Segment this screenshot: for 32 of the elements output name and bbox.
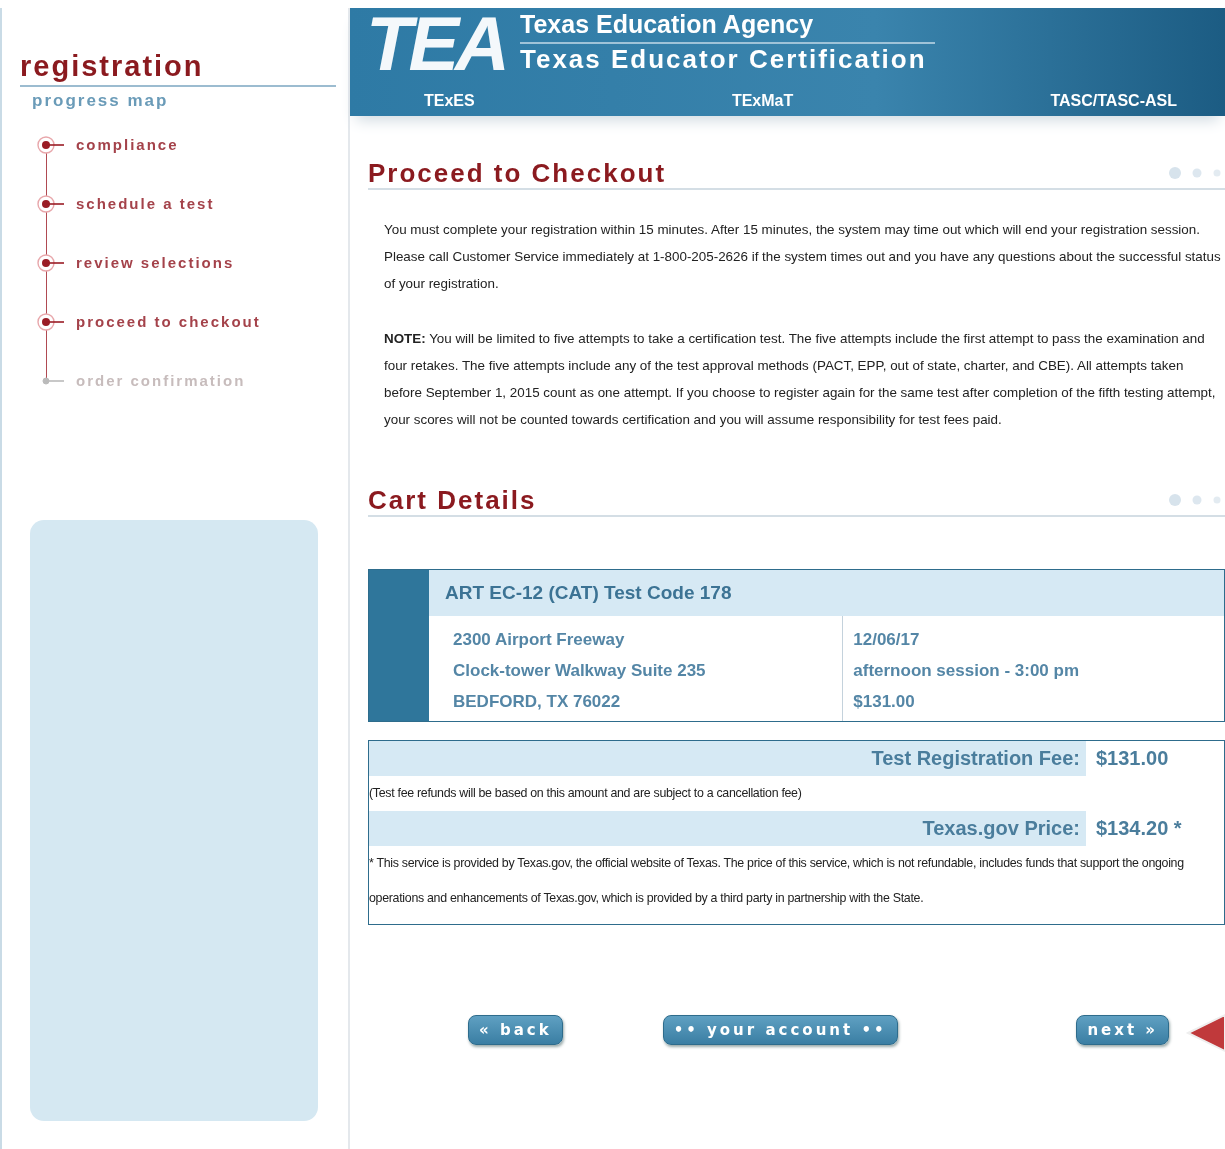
nav-button[interactable]: next » (1076, 1015, 1169, 1045)
fee-note: (Test fee refunds will be based on this amount and are subject to a cancellation fee) (369, 785, 803, 802)
fee-amount: $131.00 (1088, 741, 1224, 776)
session-detail: afternoon session - 3:00 pm (853, 660, 1081, 682)
paragraph: NOTE: You will be limited to five attempts to take a certification test. The five attempts include the first attempt to pass the examination and four retakes. The five attempts include any of the test approval methods (PACT, EPP, out of state, charter, and CBE). All attempts taken before September 1, 2015 count as one attempt. If you choose to register again for the same test after completion of the fifth testing attempt, your scores will not be counted towards certification and you will assume responsibility for test fees paid. (384, 330, 1217, 429)
address-line: BEDFORD, TX 76022 (453, 691, 622, 713)
logo: TEA (366, 8, 506, 80)
address-line: 2300 Airport Freeway (453, 629, 626, 651)
nav-button[interactable]: « back (468, 1015, 563, 1045)
agency-name: Texas Education Agency (520, 10, 935, 44)
progress-step: order confirmation (76, 372, 246, 389)
fee-note: * This service is provided by Texas.gov, the official website of Texas. The price of this service, which is not refundable, includes funds that support the ongoing operations and enhancements of Texas.gov, which is provided by a third party in partnership with the State. (369, 855, 1185, 907)
paragraph: You must complete your registration within 15 minutes. After 15 minutes, the system may time out which will end your registration session. Please call Customer Service immediately at 1-800-205-2626 if the system times out and you have any questions about the successful status of your registration. (384, 221, 1222, 293)
header-link[interactable]: TASC/TASC-ASL (1050, 92, 1177, 110)
section-heading: Cart Details (368, 485, 538, 515)
section-heading: Proceed to Checkout (368, 158, 668, 188)
fee-amount: $134.20 * (1088, 811, 1224, 846)
header-link[interactable]: TExES (424, 92, 475, 110)
header-link[interactable]: TExMaT (731, 92, 794, 110)
session-detail: 12/06/17 (853, 629, 921, 651)
progress-step: proceed to checkout (76, 313, 261, 330)
progress-step: schedule a test (76, 195, 215, 212)
session-detail: $131.00 (853, 691, 916, 713)
sidebar-subtitle: progress map (31, 91, 170, 111)
progress-step: compliance (76, 136, 179, 153)
pointer-arrow-icon (1185, 1011, 1225, 1055)
nav-button[interactable]: •• your account •• (662, 1015, 898, 1045)
address-line: Clock-tower Walkway Suite 235 (453, 660, 707, 682)
progress-step: review selections (76, 254, 235, 271)
test-name: ART EC-12 (CAT) Test Code 178 (429, 570, 1224, 616)
sidebar-title: registration (20, 50, 336, 87)
program-name: Texas Educator Certification (520, 44, 928, 75)
